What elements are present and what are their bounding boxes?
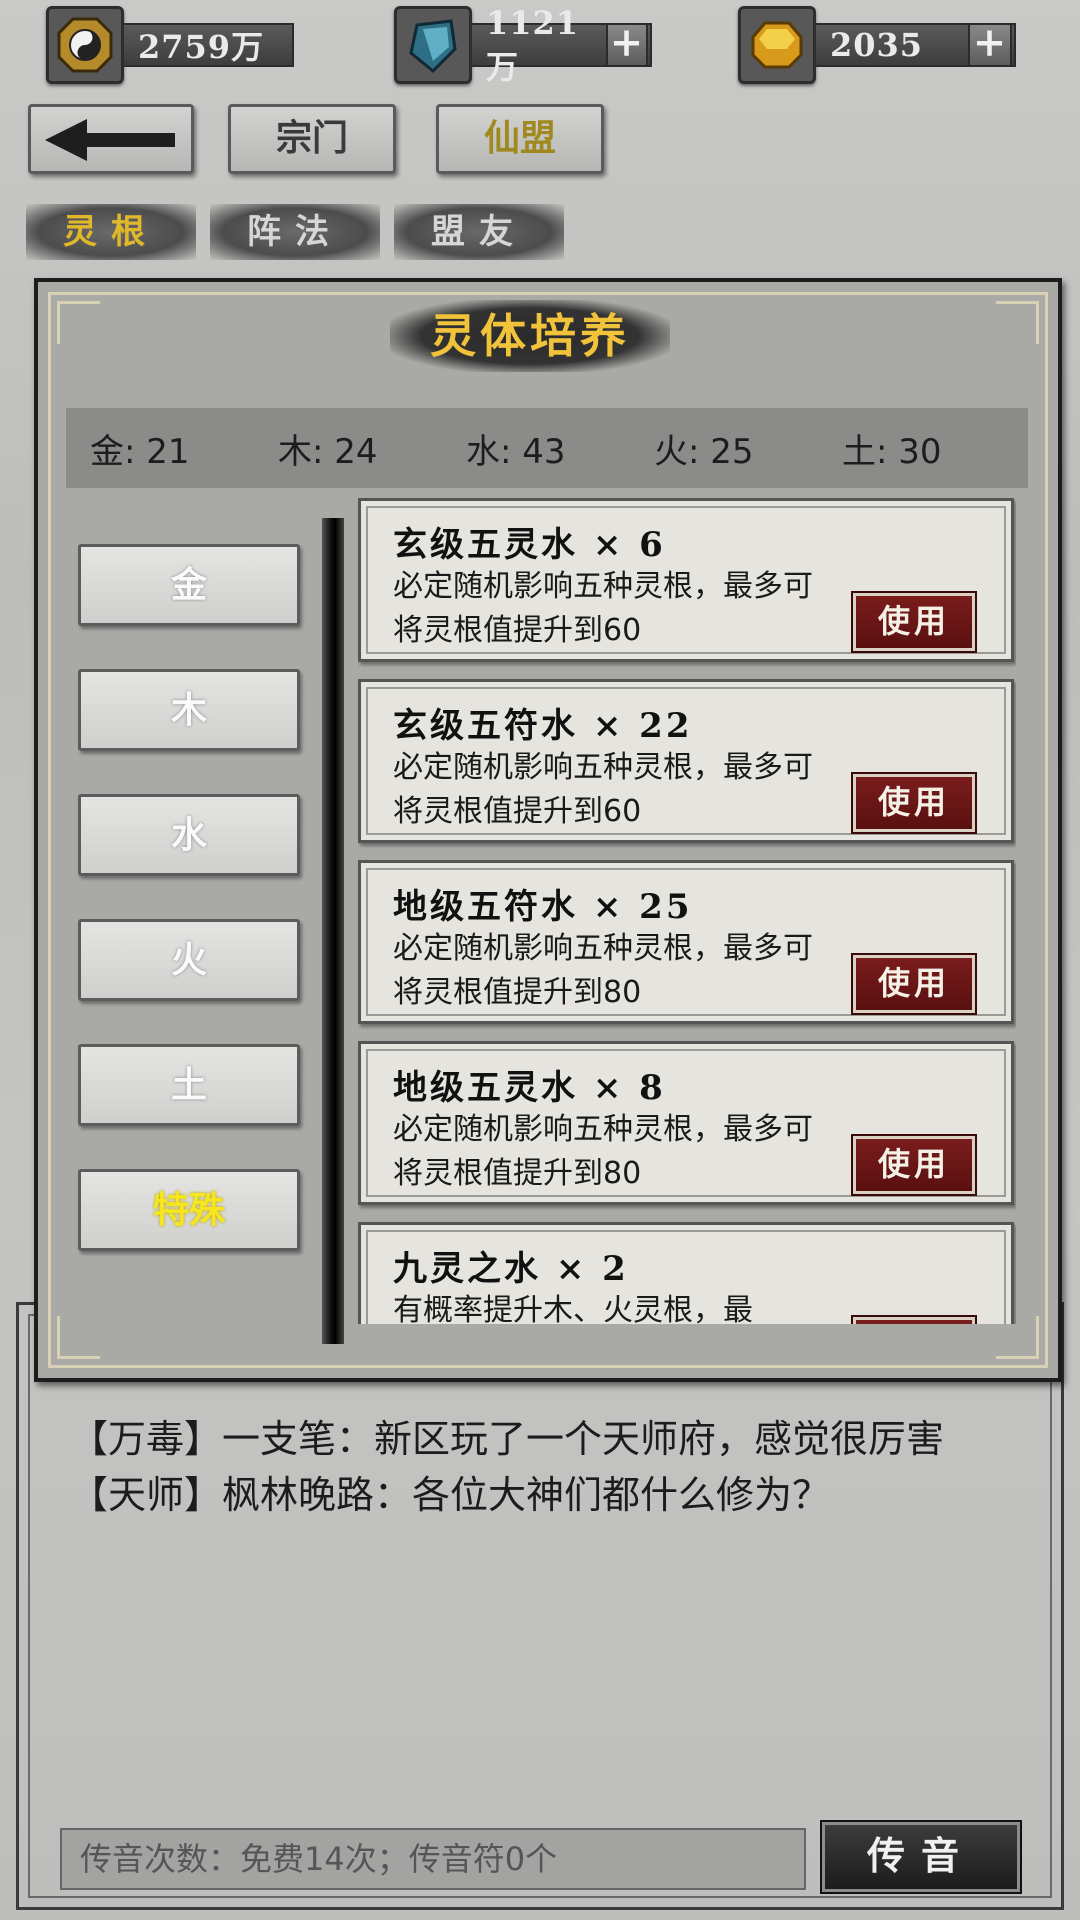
stat-water: 水: 43 — [466, 431, 566, 472]
use-button[interactable]: 使用 — [851, 1134, 977, 1196]
stat-wood: 木: 24 — [278, 431, 378, 472]
item-description: 必定随机影响五种灵根，最多可将灵根值提升到80 — [393, 1112, 813, 1191]
blue-crystal-icon — [394, 6, 472, 84]
tab-allies[interactable]: 盟友 — [394, 204, 564, 260]
item-title: 九灵之水 × 2 — [393, 1249, 629, 1289]
use-button[interactable]: 使用 — [851, 1315, 977, 1324]
element-special-button[interactable]: 特殊 — [78, 1169, 300, 1251]
gem-bar: 2035 + — [816, 23, 1016, 67]
use-button[interactable]: 使用 — [851, 772, 977, 834]
item-description: 有概率提升木、火灵根，最 — [393, 1293, 753, 1324]
use-button[interactable]: 使用 — [851, 953, 977, 1015]
corner-ornament — [57, 301, 100, 344]
chat-message: 【万毒】一支笔：新区玩了一个天师府，感觉很厉害 — [70, 1417, 945, 1461]
add-crystal-button[interactable]: + — [605, 23, 648, 67]
element-earth-button[interactable]: 土 — [78, 1044, 300, 1126]
taiji-coin-icon — [46, 6, 124, 84]
stat-fire: 火: 25 — [654, 431, 754, 472]
sect-button[interactable]: 宗门 — [228, 104, 396, 174]
stat-earth: 土: 30 — [842, 431, 942, 472]
list-item: 地级五灵水 × 8 必定随机影响五种灵根，最多可将灵根值提升到80 使用 — [358, 1041, 1014, 1205]
gold-gem-icon — [738, 6, 816, 84]
back-arrow-icon — [45, 119, 175, 161]
item-title: 地级五符水 × 25 — [393, 887, 693, 927]
panel-title: 灵体培养 — [390, 300, 670, 372]
corner-ornament — [996, 301, 1039, 344]
spirit-stats-bar: 金: 21 木: 24 水: 43 火: 25 土: 30 — [66, 408, 1028, 488]
coin-amount: 2759万 — [124, 23, 294, 67]
chat-message: 【天师】枫林晚路：各位大神们都什么修为？ — [70, 1473, 831, 1517]
item-title: 玄级五灵水 × 6 — [393, 525, 666, 565]
tab-formation[interactable]: 阵法 — [210, 204, 380, 260]
item-list[interactable]: 玄级五灵水 × 6 必定随机影响五种灵根，最多可将灵根值提升到60 使用 玄级五… — [358, 498, 1016, 1324]
item-description: 必定随机影响五种灵根，最多可将灵根值提升到60 — [393, 750, 813, 829]
currency-gem: 2035 + — [738, 6, 1016, 84]
tab-spirit-root[interactable]: 灵根 — [26, 204, 196, 260]
list-item: 地级五符水 × 25 必定随机影响五种灵根，最多可将灵根值提升到80 使用 — [358, 860, 1014, 1024]
item-title: 玄级五符水 × 22 — [393, 706, 693, 746]
list-item: 玄级五符水 × 22 必定随机影响五种灵根，最多可将灵根值提升到60 使用 — [358, 679, 1014, 843]
use-button[interactable]: 使用 — [851, 591, 977, 653]
list-item: 九灵之水 × 2 有概率提升木、火灵根，最 使用 — [358, 1222, 1014, 1324]
element-metal-button[interactable]: 金 — [78, 544, 300, 626]
chat-frame-inner — [28, 1314, 1052, 1898]
scroll-divider[interactable] — [322, 518, 344, 1344]
crystal-bar: 1121万 + — [472, 4, 652, 86]
stat-metal: 金: 21 — [90, 431, 190, 472]
item-title: 地级五灵水 × 8 — [393, 1068, 666, 1108]
send-button[interactable]: 传音 — [820, 1820, 1022, 1894]
add-gem-button[interactable]: + — [968, 23, 1012, 67]
list-item: 玄级五灵水 × 6 必定随机影响五种灵根，最多可将灵根值提升到60 使用 — [358, 498, 1014, 662]
element-water-button[interactable]: 水 — [78, 794, 300, 876]
element-fire-button[interactable]: 火 — [78, 919, 300, 1001]
crystal-amount: 1121万 — [486, 4, 580, 86]
item-description: 必定随机影响五种灵根，最多可将灵根值提升到60 — [393, 569, 813, 648]
chat-input[interactable]: 传音次数：免费14次；传音符0个 — [60, 1828, 806, 1890]
gem-amount: 2035 — [830, 26, 924, 64]
currency-crystal: 1121万 + — [394, 4, 652, 86]
item-description: 必定随机影响五种灵根，最多可将灵根值提升到80 — [393, 931, 813, 1010]
back-button[interactable] — [28, 104, 194, 174]
corner-ornament — [57, 1316, 100, 1359]
currency-coin: 2759万 — [46, 6, 294, 84]
element-wood-button[interactable]: 木 — [78, 669, 300, 751]
alliance-button[interactable]: 仙盟 — [436, 104, 604, 174]
